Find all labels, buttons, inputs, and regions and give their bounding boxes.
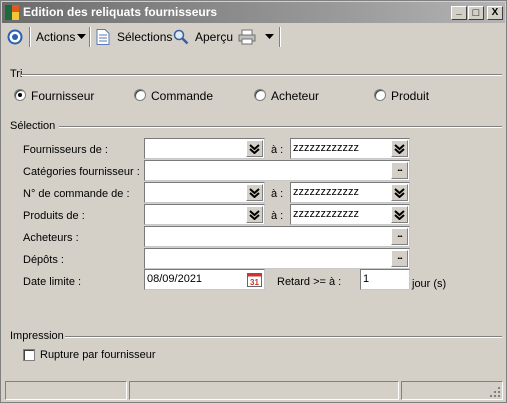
title-bar[interactable]: Edition des reliquats fournisseurs _ □ X	[2, 2, 505, 23]
double-chevron-down-icon	[249, 187, 260, 198]
range-separator: à :	[271, 210, 284, 222]
dropdown-button[interactable]	[246, 206, 263, 223]
double-chevron-down-icon	[394, 187, 405, 198]
selection-group-title: Sélection	[10, 120, 56, 132]
printer-icon	[238, 29, 256, 45]
retard-unit: jour (s)	[412, 278, 447, 290]
rupture-checkbox[interactable]	[23, 349, 35, 361]
tri-group-line	[21, 74, 502, 76]
double-chevron-down-icon	[249, 209, 260, 220]
range-separator: à :	[271, 188, 284, 200]
ellipsis-icon: ...	[397, 229, 402, 239]
commande-from-field[interactable]	[144, 182, 265, 203]
radio-label: Fournisseur	[31, 89, 95, 103]
field-value: zzzzzzzzzzzz	[293, 186, 359, 198]
acheteurs-label: Acheteurs :	[23, 232, 79, 244]
status-panel	[129, 381, 399, 400]
field-value: zzzzzzzzzzzz	[293, 142, 359, 154]
status-panel	[401, 381, 503, 400]
categories-label: Catégories fournisseur :	[23, 166, 140, 178]
field-value: zzzzzzzzzzzz	[293, 208, 359, 220]
field-value: 1	[363, 273, 370, 285]
actions-label: Actions	[36, 30, 76, 44]
double-chevron-down-icon	[249, 143, 260, 154]
commande-label: N° de commande de :	[23, 188, 130, 200]
browse-button[interactable]: ...	[391, 250, 408, 267]
produits-label: Produits de :	[23, 210, 85, 222]
depots-label: Dépôts :	[23, 254, 64, 266]
status-panel	[5, 381, 127, 400]
maximize-icon: □	[472, 6, 480, 19]
print-button[interactable]	[238, 27, 274, 47]
produits-from-field[interactable]	[144, 204, 265, 225]
double-chevron-down-icon	[394, 209, 405, 220]
acheteurs-field[interactable]: ...	[144, 226, 410, 247]
fournisseurs-label: Fournisseurs de :	[23, 144, 108, 156]
date-limite-label: Date limite :	[23, 276, 82, 288]
commande-to-field[interactable]: zzzzzzzzzzzz	[290, 182, 410, 203]
calendar-button[interactable]: 31	[246, 271, 263, 288]
nav-button[interactable]	[7, 27, 23, 47]
toolbar-separator	[89, 27, 91, 47]
dropdown-button[interactable]	[391, 184, 408, 201]
dropdown-button[interactable]	[391, 206, 408, 223]
magnifier-icon	[173, 29, 189, 45]
main-window: Edition des reliquats fournisseurs _ □ X…	[0, 0, 507, 403]
chevron-down-icon	[77, 34, 87, 39]
impression-group-title: Impression	[10, 330, 64, 342]
produits-to-field[interactable]: zzzzzzzzzzzz	[290, 204, 410, 225]
maximize-button[interactable]: □	[468, 6, 484, 20]
dropdown-button[interactable]	[391, 140, 408, 157]
window-title: Edition des reliquats fournisseurs	[23, 5, 218, 19]
apercu-label: Aperçu	[195, 30, 234, 44]
fournisseurs-to-field[interactable]: zzzzzzzzzzzz	[290, 138, 410, 159]
status-bar	[5, 381, 503, 400]
radio-label: Produit	[391, 89, 430, 103]
selections-label: Sélections	[117, 30, 173, 44]
selections-button[interactable]: Sélections	[96, 27, 172, 47]
actions-menu-button[interactable]: Actions	[36, 27, 87, 47]
range-separator: à :	[271, 144, 284, 156]
minimize-icon: _	[456, 4, 462, 16]
retard-field[interactable]: 1	[360, 269, 410, 290]
radio-button[interactable]	[134, 89, 146, 101]
chevron-down-icon	[265, 34, 274, 39]
app-icon	[5, 5, 19, 20]
browse-button[interactable]: ...	[391, 228, 408, 245]
close-icon: X	[491, 7, 499, 18]
radio-label: Acheteur	[271, 89, 320, 103]
depots-field[interactable]: ...	[144, 248, 410, 269]
radio-label: Commande	[151, 89, 214, 103]
toolbar-separator	[29, 27, 31, 47]
close-button[interactable]: X	[487, 6, 503, 20]
calendar-icon: 31	[247, 273, 262, 287]
resize-grip-icon[interactable]	[489, 386, 501, 398]
ellipsis-icon: ...	[397, 251, 402, 261]
document-icon	[96, 29, 110, 45]
radio-button[interactable]	[374, 89, 386, 101]
date-limite-field[interactable]: 08/09/2021 31	[144, 269, 265, 290]
ellipsis-icon: ...	[397, 163, 402, 173]
double-chevron-down-icon	[394, 143, 405, 154]
impression-group-line	[65, 336, 502, 338]
retard-label: Retard >= à :	[277, 276, 342, 288]
toolbar: Actions Sélections Aperçu	[2, 24, 505, 50]
selection-group-line	[59, 126, 502, 128]
calendar-day: 31	[250, 278, 259, 287]
field-value: 08/09/2021	[147, 273, 203, 285]
rupture-label: Rupture par fournisseur	[40, 349, 156, 361]
toolbar-separator	[279, 27, 281, 47]
radio-button[interactable]	[14, 89, 26, 101]
apercu-button[interactable]: Aperçu	[173, 27, 233, 47]
browse-button[interactable]: ...	[391, 162, 408, 179]
dropdown-button[interactable]	[246, 184, 263, 201]
categories-field[interactable]: ...	[144, 160, 410, 181]
fournisseurs-from-field[interactable]	[144, 138, 265, 159]
minimize-button[interactable]: _	[451, 4, 467, 20]
circle-nav-icon	[7, 29, 23, 45]
dropdown-button[interactable]	[246, 140, 263, 157]
radio-button[interactable]	[254, 89, 266, 101]
